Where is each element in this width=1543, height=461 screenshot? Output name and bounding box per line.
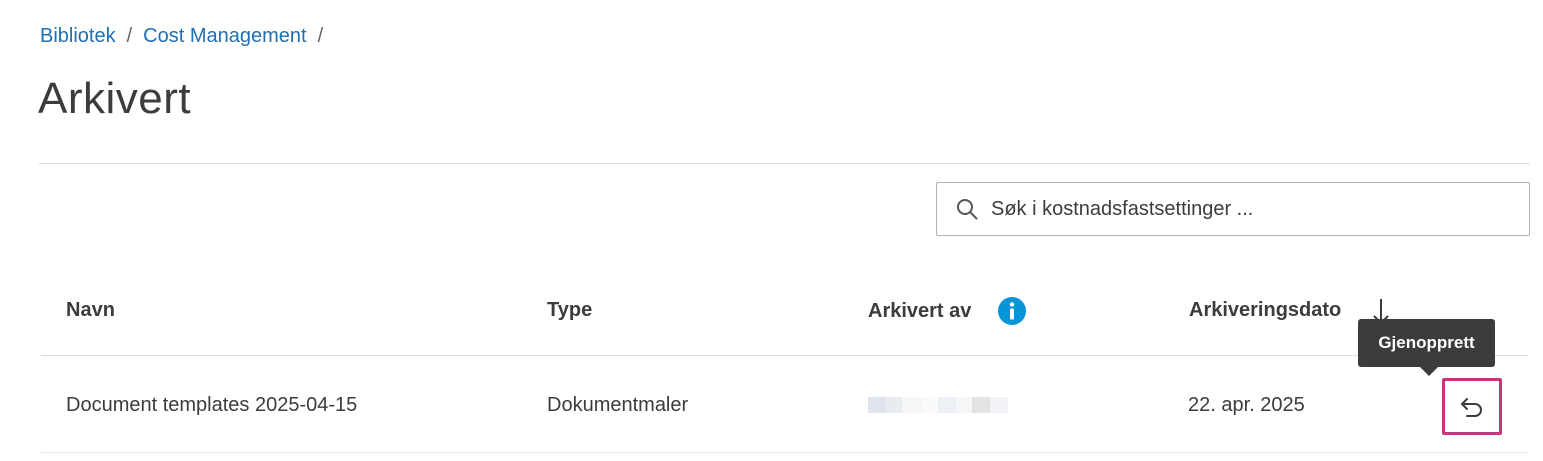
column-header-name[interactable]: Navn [66, 296, 115, 324]
search-icon [957, 199, 978, 220]
cell-archived-by [868, 357, 1008, 453]
breadcrumb-link-bibliotek[interactable]: Bibliotek [40, 22, 116, 50]
restore-tooltip: Gjenopprett [1358, 319, 1495, 376]
column-header-label: Arkivert av [868, 300, 972, 322]
breadcrumb-link-cost-management[interactable]: Cost Management [143, 22, 306, 50]
column-header-type[interactable]: Type [547, 296, 592, 324]
column-header-archived-date[interactable]: Arkiveringsdato [1189, 296, 1341, 324]
column-header-label: Navn [66, 299, 115, 321]
search-input[interactable] [991, 197, 1491, 221]
archived-page: Bibliotek / Cost Management / Arkivert N… [0, 0, 1543, 461]
page-title: Arkivert [38, 74, 192, 123]
restore-button[interactable] [1442, 378, 1502, 435]
column-header-archived-by[interactable]: Arkivert av [868, 296, 1027, 326]
info-icon[interactable] [997, 296, 1027, 326]
redacted-user-name [868, 397, 1008, 413]
breadcrumb-separator: / [126, 25, 133, 47]
column-header-label: Type [547, 299, 593, 321]
cell-type: Dokumentmaler [547, 393, 689, 416]
cell-name: Document templates 2025-04-15 [66, 393, 358, 416]
undo-icon [1461, 397, 1482, 417]
column-header-label: Arkiveringsdato [1189, 299, 1342, 321]
archived-table: Navn Type Arkivert av Arkiveringsdato Do… [41, 262, 1528, 461]
table-header: Navn Type Arkivert av Arkiveringsdato [41, 262, 1528, 356]
table-row[interactable]: Document templates 2025-04-15 Dokumentma… [41, 357, 1528, 453]
breadcrumb: Bibliotek / Cost Management / [40, 22, 334, 50]
cell-archived-date: 22. apr. 2025 [1188, 393, 1305, 416]
search-box[interactable] [936, 182, 1530, 236]
breadcrumb-separator: / [317, 25, 324, 47]
divider [39, 163, 1530, 164]
